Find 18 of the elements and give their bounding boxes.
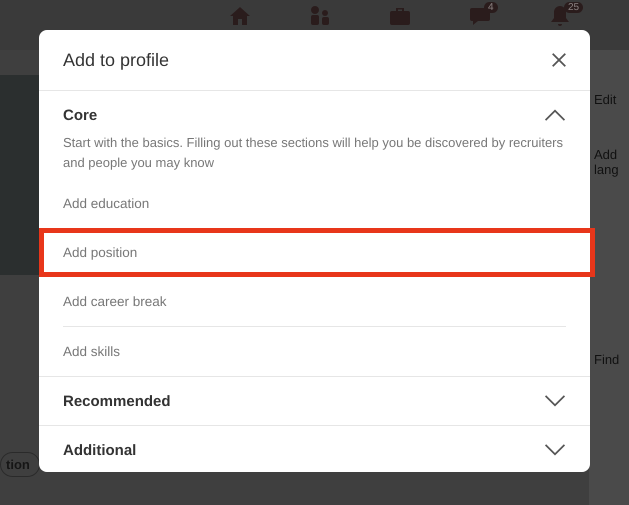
add-item-link[interactable]: Add position	[39, 228, 595, 277]
side-text: Find	[593, 352, 620, 367]
home-icon[interactable]	[228, 4, 252, 28]
side-text: lang	[593, 162, 620, 177]
add-item-link[interactable]: Add education	[39, 179, 590, 228]
notification-badge: 25	[564, 2, 584, 13]
close-icon[interactable]	[550, 51, 568, 69]
notification-badge: 4	[484, 2, 498, 13]
chevron-icon	[544, 395, 566, 407]
add-item-link[interactable]: Add skills	[39, 327, 590, 376]
section-header[interactable]: Additional	[39, 426, 590, 474]
chevron-icon	[544, 109, 566, 121]
dialog-title: Add to profile	[63, 50, 170, 70]
chevron-icon	[544, 444, 566, 456]
add-item-link[interactable]: Add career break	[39, 277, 590, 326]
people-icon[interactable]	[308, 4, 332, 28]
side-text: Add	[593, 147, 618, 162]
section-header[interactable]: Recommended	[39, 377, 590, 425]
